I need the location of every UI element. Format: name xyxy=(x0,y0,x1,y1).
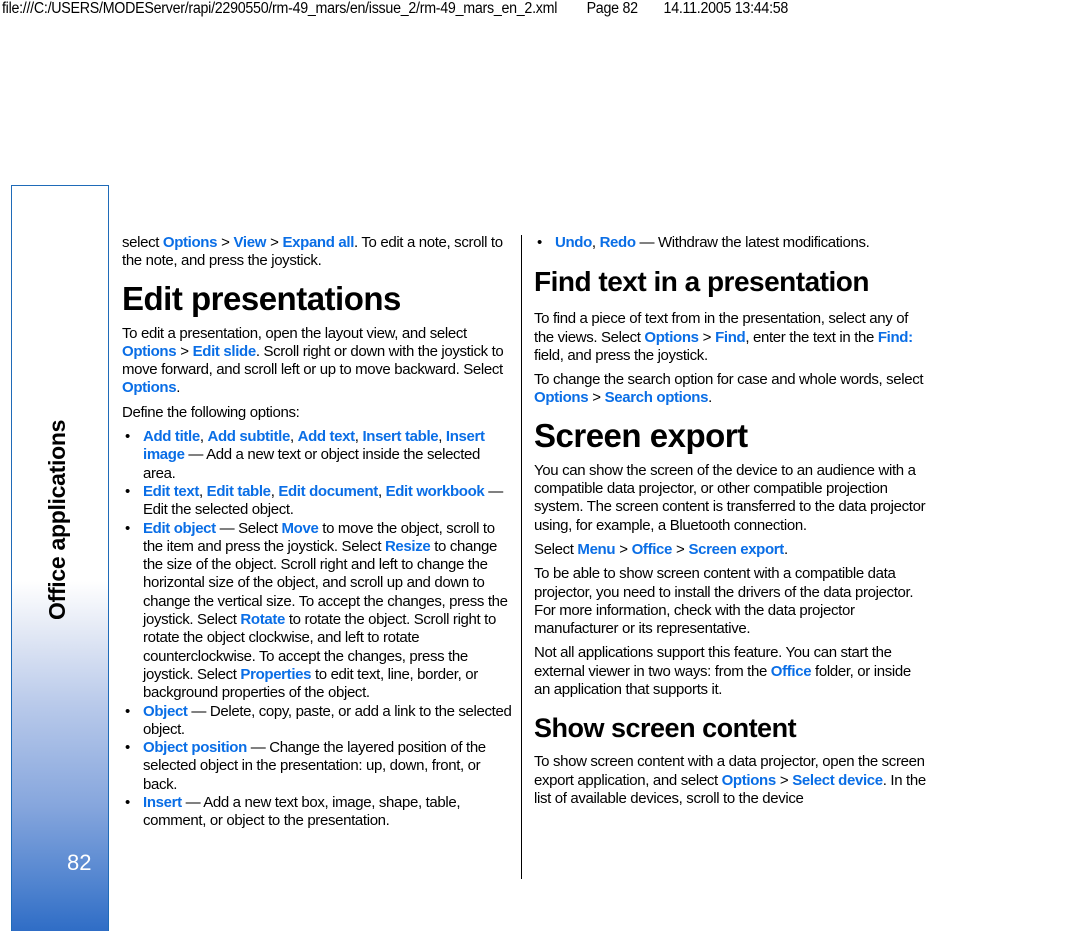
show-paragraph: To show screen content with a data proje… xyxy=(534,753,926,808)
export-paragraph-4: Not all applications support this featur… xyxy=(534,644,926,699)
edit-paragraph: To edit a presentation, open the layout … xyxy=(122,325,514,398)
text: To edit a presentation, open the layout … xyxy=(122,324,467,342)
intro-paragraph: select Options > View > Expand all. To edit … xyxy=(122,234,514,271)
link-properties[interactable]: Properties xyxy=(240,666,311,683)
link-edit-table[interactable]: Edit table xyxy=(207,483,271,500)
link-edit-workbook[interactable]: Edit workbook xyxy=(386,483,485,500)
link-resize[interactable]: Resize xyxy=(385,538,431,555)
list-item: Edit object — Select Move to move the ob… xyxy=(122,520,514,703)
text: , xyxy=(377,482,386,500)
text: — Add a new text or object inside the se… xyxy=(143,446,481,482)
timestamp: 14.11.2005 13:44:58 xyxy=(663,0,789,17)
link-menu[interactable]: Menu xyxy=(577,541,615,558)
chapter-title: Office applications xyxy=(44,420,84,626)
text: , xyxy=(591,234,600,251)
link-screen-export[interactable]: Screen export xyxy=(688,541,784,558)
separator-icon: > xyxy=(180,342,189,360)
link-options[interactable]: Options xyxy=(644,329,699,346)
options-list: Add title, Add subtitle, Add text, Inser… xyxy=(122,428,514,831)
link-view[interactable]: View xyxy=(234,234,267,251)
link-insert-table[interactable]: Insert table xyxy=(362,428,438,445)
list-item: Object position — Change the layered pos… xyxy=(122,739,514,794)
link-edit-text[interactable]: Edit text xyxy=(143,483,199,500)
link-expand-all[interactable]: Expand all xyxy=(282,234,354,251)
separator-icon: > xyxy=(221,234,230,251)
text: , enter the text in the xyxy=(745,328,878,346)
link-edit-document[interactable]: Edit document xyxy=(278,483,378,500)
text: — Delete, copy, paste, or add a link to … xyxy=(143,702,512,738)
text: . xyxy=(783,540,788,558)
separator-icon: > xyxy=(619,540,628,558)
text: field, and press the joystick. xyxy=(534,346,708,364)
file-path: file:///C:/USERS/MODEServer/rapi/2290550… xyxy=(2,0,558,17)
link-office[interactable]: Office xyxy=(632,541,673,558)
separator-icon: > xyxy=(270,234,279,251)
separator-icon: > xyxy=(676,540,685,558)
link-options[interactable]: Options xyxy=(122,379,177,396)
define-options-paragraph: Define the following options: xyxy=(122,403,300,421)
export-paragraph-1: You can show the screen of the device to… xyxy=(534,461,926,534)
text: — Select xyxy=(215,519,282,537)
undo-list: Undo, Redo — Withdraw the latest modific… xyxy=(534,234,926,253)
link-select-device[interactable]: Select device xyxy=(792,772,883,789)
right-column: Undo, Redo — Withdraw the latest modific… xyxy=(534,234,926,814)
text: — Add a new text box, image, shape, tabl… xyxy=(143,794,461,830)
list-item: Object — Delete, copy, paste, or add a l… xyxy=(122,703,514,740)
link-edit-slide[interactable]: Edit slide xyxy=(193,343,257,360)
link-options[interactable]: Options xyxy=(722,772,777,789)
text: , xyxy=(289,428,298,446)
link-find-field[interactable]: Find: xyxy=(878,329,913,346)
link-find[interactable]: Find xyxy=(715,329,746,346)
chapter-sidebar: Office applications xyxy=(11,185,109,931)
heading-screen-export: Screen export xyxy=(534,416,748,454)
page-label: Page 82 xyxy=(586,0,638,17)
print-header: file:///C:/USERS/MODEServer/rapi/2290550… xyxy=(2,0,980,20)
heading-edit-presentations: Edit presentations xyxy=(122,279,401,317)
text: select xyxy=(122,234,163,251)
text: — Withdraw the latest modifications. xyxy=(635,234,870,251)
link-insert[interactable]: Insert xyxy=(143,794,182,811)
link-search-options[interactable]: Search options xyxy=(605,389,709,406)
text: . xyxy=(176,379,181,397)
link-redo[interactable]: Redo xyxy=(600,234,636,251)
link-add-title[interactable]: Add title xyxy=(143,428,200,445)
text: To change the search option for case and… xyxy=(534,371,924,389)
link-edit-object[interactable]: Edit object xyxy=(143,520,216,537)
list-item: Edit text, Edit table, Edit document, Ed… xyxy=(122,483,514,520)
link-office[interactable]: Office xyxy=(771,663,812,680)
page-number: 82 xyxy=(67,850,92,875)
link-options[interactable]: Options xyxy=(534,389,589,406)
text: . xyxy=(708,389,712,407)
link-object-position[interactable]: Object position xyxy=(143,739,247,756)
text: , xyxy=(199,482,207,500)
link-add-text[interactable]: Add text xyxy=(298,428,356,445)
link-object[interactable]: Object xyxy=(143,703,188,720)
column-divider xyxy=(521,235,522,879)
separator-icon: > xyxy=(592,389,601,407)
export-paragraph-2: Select Menu > Office > Screen export. xyxy=(534,541,926,559)
left-column: select Options > View > Expand all. To edit … xyxy=(122,234,514,837)
link-add-subtitle[interactable]: Add subtitle xyxy=(207,428,290,445)
search-options-paragraph: To change the search option for case and… xyxy=(534,371,926,408)
text: , xyxy=(438,428,446,446)
link-rotate[interactable]: Rotate xyxy=(240,611,285,628)
list-item: Insert — Add a new text box, image, shap… xyxy=(122,794,514,831)
separator-icon: > xyxy=(779,771,789,789)
link-move[interactable]: Move xyxy=(282,520,319,537)
chapter-title-text: Office applications xyxy=(44,419,70,620)
link-options[interactable]: Options xyxy=(122,343,177,360)
link-undo[interactable]: Undo xyxy=(555,234,592,251)
heading-show-screen-content: Show screen content xyxy=(534,713,797,744)
export-paragraph-3: To be able to show screen content with a… xyxy=(534,565,914,638)
separator-icon: > xyxy=(702,328,712,346)
list-item: Add title, Add subtitle, Add text, Inser… xyxy=(122,428,514,483)
text: Select xyxy=(534,540,578,558)
find-paragraph: To find a piece of text from in the pres… xyxy=(534,310,926,365)
link-options[interactable]: Options xyxy=(163,234,218,251)
heading-find-text: Find text in a presentation xyxy=(534,266,869,298)
list-item: Undo, Redo — Withdraw the latest modific… xyxy=(534,234,926,253)
